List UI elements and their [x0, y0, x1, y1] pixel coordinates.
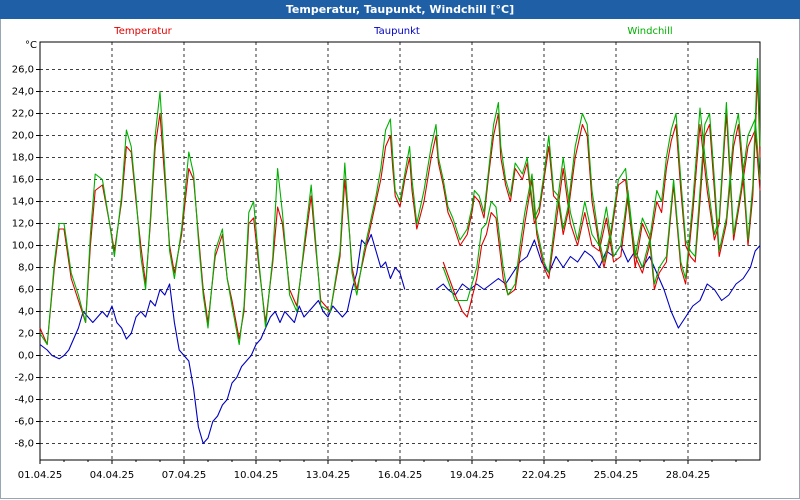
x-tick-label: 28.04.25 [666, 470, 711, 481]
y-tick-label: -8,0 [14, 439, 34, 450]
y-axis-label: °C [25, 40, 37, 51]
y-tick-label: 18,0 [12, 153, 34, 164]
y-tick-label: 8,0 [18, 263, 34, 274]
x-tick-label: 04.04.25 [90, 470, 135, 481]
y-tick-label: 16,0 [12, 175, 34, 186]
x-tick-label: 22.04.25 [522, 470, 567, 481]
y-tick-label: -6,0 [14, 417, 34, 428]
y-tick-label: -2,0 [14, 373, 34, 384]
y-tick-label: 20,0 [12, 131, 34, 142]
x-tick-label: 16.04.25 [378, 470, 423, 481]
y-tick-label: 14,0 [12, 197, 34, 208]
x-tick-label: 25.04.25 [594, 470, 639, 481]
x-tick-label: 07.04.25 [162, 470, 207, 481]
x-tick-label: 13.04.25 [306, 470, 351, 481]
y-tick-label: 24,0 [12, 87, 34, 98]
legend-windchill: Windchill [627, 26, 672, 37]
legend-taupunkt: Taupunkt [373, 26, 420, 37]
y-tick-label: 22,0 [12, 109, 34, 120]
y-tick-label: 6,0 [18, 285, 34, 296]
y-tick-label: 12,0 [12, 219, 34, 230]
legend-temperatur: Temperatur [113, 26, 172, 37]
x-axis-ticks: 01.04.25 04.04.25 07.04.25 10.04.25 13.04.25… [18, 460, 737, 481]
x-tick-label: 19.04.25 [450, 470, 495, 481]
y-tick-label: -4,0 [14, 395, 34, 406]
x-tick-label: 10.04.25 [234, 470, 279, 481]
y-tick-label: 4,0 [18, 307, 34, 318]
chart-svg: -8,0 -6,0 -4,0 -2,0 0,0 2,0 4,0 6,0 8,0 10,0 12,0 1… [12, 26, 761, 481]
y-tick-label: 26,0 [12, 65, 34, 76]
y-tick-label: 0,0 [18, 351, 34, 362]
y-tick-label: 10,0 [12, 241, 34, 252]
y-tick-label: 2,0 [18, 329, 34, 340]
x-tick-label: 01.04.25 [18, 470, 63, 481]
y-axis-ticks: -8,0 -6,0 -4,0 -2,0 0,0 2,0 4,0 6,0 8,0 10,0 12,0 1… [12, 65, 40, 450]
